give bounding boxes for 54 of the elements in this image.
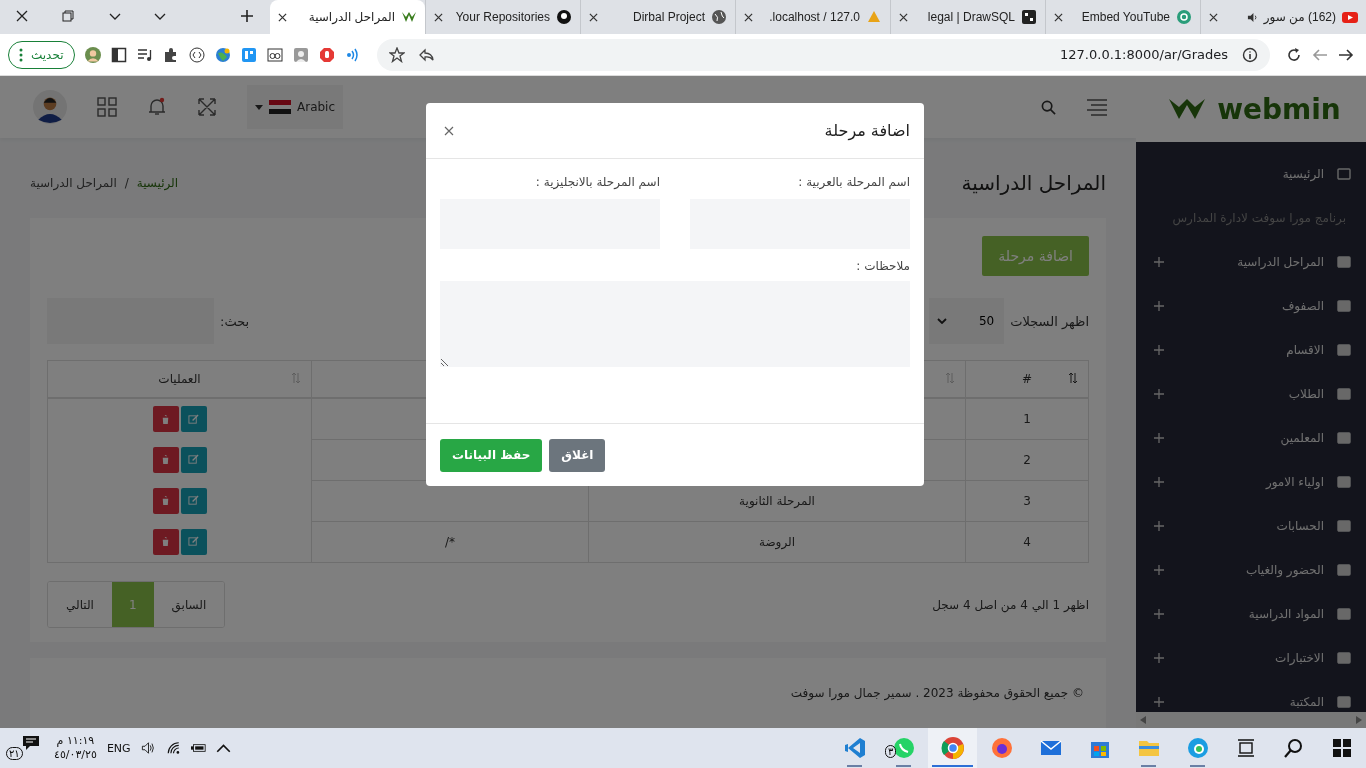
page-size-select[interactable]: 50 xyxy=(929,298,1005,344)
table-cell: الروضة xyxy=(588,521,966,563)
close-button[interactable]: اغلاق xyxy=(549,438,606,472)
table-cell: 4 xyxy=(965,521,1089,563)
logo-text: webmin xyxy=(1217,92,1341,126)
sidebar-item[interactable]: المعلمين xyxy=(1136,416,1366,460)
notification-count: ٢١ xyxy=(6,747,23,760)
logo[interactable]: webmin xyxy=(1136,76,1366,142)
copyright-text: © جميع الحقوق محفوظة 2023 . سمير جمال مورا سوفت xyxy=(790,686,1084,700)
url-text: 127.0.0.1:8000/ar/Grades xyxy=(1060,47,1228,62)
tab-title: legal | DrawSQL xyxy=(927,10,1015,24)
show-records-label: اظهر السجلات xyxy=(1010,313,1089,329)
tab-title: localhost / 127.0. xyxy=(769,10,860,24)
sidebar-item[interactable]: اولياء الامور xyxy=(1136,460,1366,504)
tab-title: المراحل الدراسية xyxy=(308,10,395,24)
breadcrumb-separator: / xyxy=(124,176,129,190)
sidebar-item[interactable]: الصفوف xyxy=(1136,284,1366,328)
modal-title: اضافة مرحلة xyxy=(824,121,910,140)
tab-title: Dirbal Project xyxy=(632,10,705,24)
address-bar[interactable]: 127.0.0.1:8000/ar/Grades xyxy=(376,38,1270,71)
field-label: اسم المرحلة بالانجليزية : xyxy=(534,175,660,189)
records-info: اظهر 1 الي 4 من اصل 4 سجل xyxy=(932,597,1089,612)
column-header[interactable]: العمليات xyxy=(47,360,312,398)
sidebar-item[interactable]: الاختبارات xyxy=(1136,636,1366,680)
update-button[interactable]: تحديث xyxy=(8,40,75,69)
tab-title: (162) من سور xyxy=(1263,10,1336,24)
table-cell: */ xyxy=(311,521,589,563)
sidebar-item[interactable]: الطلاب xyxy=(1136,372,1366,416)
table-cell: 3 xyxy=(965,480,1089,522)
clock[interactable]: ١١:١٩ م ٤٥/٠٣/٢٥ xyxy=(54,734,97,762)
table-cell: 1 xyxy=(965,398,1089,440)
breadcrumb-link[interactable]: الرئيسية xyxy=(136,176,179,190)
sidebar-item[interactable]: الاقسام xyxy=(1136,328,1366,372)
search-label: بحث: xyxy=(220,313,250,329)
breadcrumb-current: المراحل الدراسية xyxy=(30,176,117,190)
sidebar-item[interactable]: الرئيسية xyxy=(1136,152,1366,196)
sidebar-item[interactable]: الحضور والغياب xyxy=(1136,548,1366,592)
tab-title: Embed YouTube xyxy=(1081,10,1170,24)
table-cell: 2 xyxy=(965,439,1089,481)
column-header[interactable]: # xyxy=(965,360,1089,398)
browser-tab[interactable]: المراحل الدراسية xyxy=(270,0,425,34)
field-label: اسم المرحلة بالعربية : xyxy=(797,175,910,189)
sidebar-item[interactable]: المكتبة xyxy=(1136,680,1366,712)
page-title: المراحل الدراسية xyxy=(961,171,1106,195)
sidebar-item[interactable]: المواد الدراسية xyxy=(1136,592,1366,636)
sidebar-item[interactable]: المراحل الدراسية xyxy=(1136,240,1366,284)
unread-badge: ٣ xyxy=(885,745,897,758)
language-indicator[interactable]: ENG xyxy=(106,741,131,755)
tab-title: Your Repositories xyxy=(455,10,550,24)
field-label: ملاحظات : xyxy=(855,259,910,273)
taskbar-app[interactable]: ٣ xyxy=(879,728,928,768)
sidebar-item[interactable]: الحسابات xyxy=(1136,504,1366,548)
save-button[interactable]: حفظ البيانات xyxy=(440,438,543,472)
language-dropdown[interactable]: Arabic xyxy=(247,85,344,129)
